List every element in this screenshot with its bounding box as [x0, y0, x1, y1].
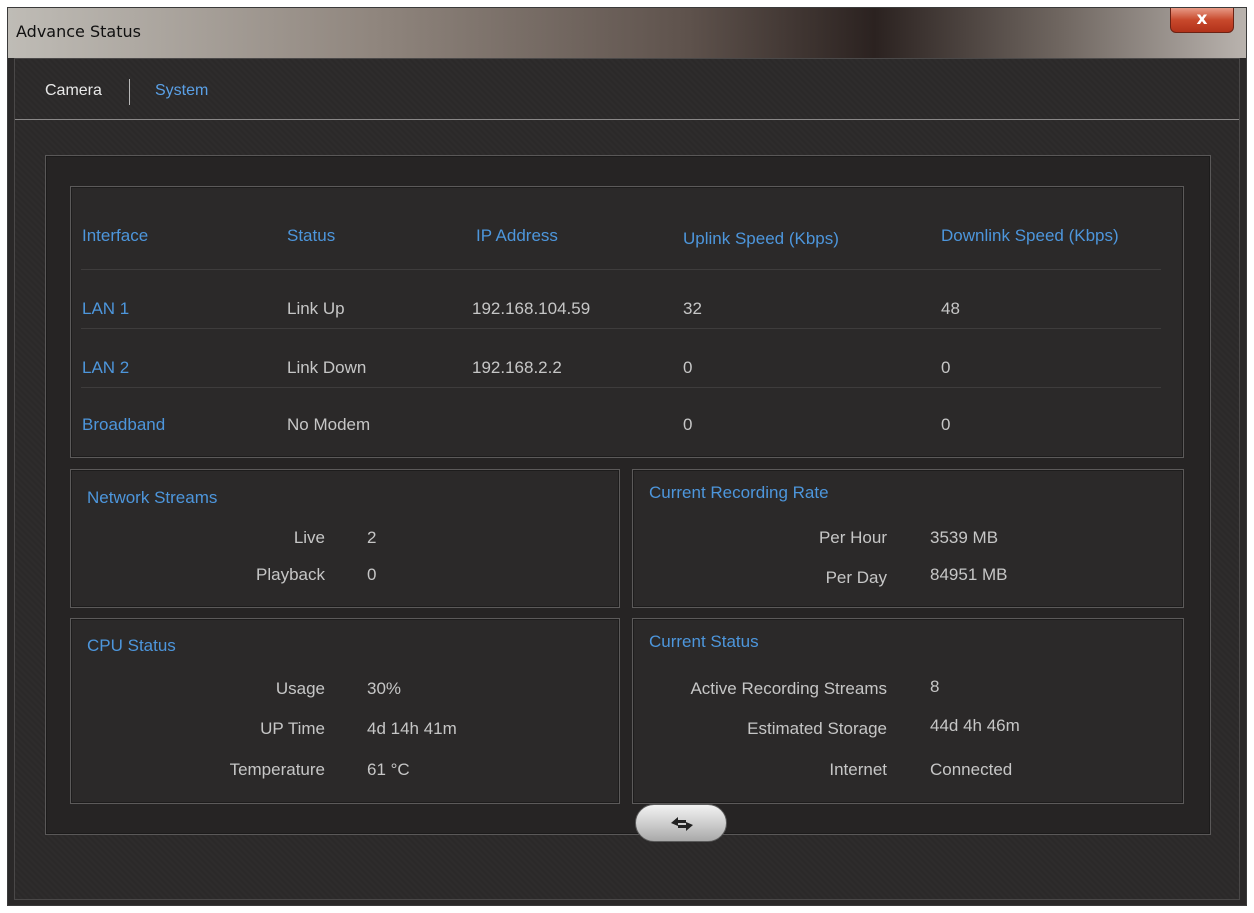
- cpu-status-title: CPU Status: [87, 636, 176, 655]
- estimated-storage-value: 44d 4h 46m: [930, 716, 1020, 735]
- header-downlink-speed: Downlink Speed (Kbps): [941, 226, 1119, 245]
- network-streams-panel: Network Streams Live 2 Playback 0: [70, 469, 620, 608]
- header-uplink-speed: Uplink Speed (Kbps): [683, 229, 839, 248]
- refresh-arrows-icon: [671, 817, 693, 831]
- row-broadband-downlink: 0: [941, 415, 951, 434]
- row-broadband-uplink: 0: [683, 415, 693, 434]
- row-lan2-status: Link Down: [287, 358, 367, 377]
- row-broadband-interface: Broadband: [82, 415, 166, 434]
- row-broadband-status: No Modem: [287, 415, 371, 434]
- title-bar: Advance Status x: [8, 8, 1246, 58]
- row-divider: [81, 328, 1161, 329]
- row-lan2-downlink: 0: [941, 358, 951, 377]
- uptime-value: 4d 14h 41m: [367, 719, 457, 738]
- close-button[interactable]: x: [1170, 8, 1234, 33]
- per-day-value: 84951 MB: [930, 565, 1008, 584]
- window-content: Camera System Interface Status IP Addres…: [14, 58, 1240, 900]
- current-status-title: Current Status: [649, 632, 759, 651]
- per-day-label: Per Day: [825, 568, 887, 587]
- row-lan1-status: Link Up: [287, 299, 345, 318]
- tab-separator: [129, 79, 130, 105]
- active-streams-label: Active Recording Streams: [690, 679, 887, 698]
- row-divider: [81, 269, 1161, 270]
- internet-value: Connected: [930, 760, 1013, 779]
- recording-rate-panel: Current Recording Rate Per Hour 3539 MB …: [632, 469, 1184, 608]
- live-value: 2: [367, 528, 377, 547]
- tab-system[interactable]: System: [155, 82, 208, 100]
- live-label: Live: [293, 528, 325, 547]
- interfaces-table: Interface Status IP Address Uplink Speed…: [70, 186, 1184, 458]
- per-hour-value: 3539 MB: [930, 528, 999, 547]
- system-status-panel: Interface Status IP Address Uplink Speed…: [45, 155, 1211, 835]
- internet-label: Internet: [829, 760, 887, 779]
- row-lan2-interface: LAN 2: [82, 358, 130, 377]
- usage-value: 30%: [367, 679, 402, 698]
- row-lan2-ip: 192.168.2.2: [472, 358, 562, 377]
- network-streams-title: Network Streams: [87, 488, 218, 507]
- usage-label: Usage: [275, 679, 325, 698]
- header-ip-address: IP Address: [476, 226, 558, 245]
- row-lan2-uplink: 0: [683, 358, 693, 377]
- tab-camera[interactable]: Camera: [45, 82, 102, 100]
- playback-label: Playback: [256, 565, 325, 584]
- row-lan1-ip: 192.168.104.59: [472, 299, 591, 318]
- current-status-panel: Current Status Active Recording Streams …: [632, 618, 1184, 804]
- playback-value: 0: [367, 565, 377, 584]
- advance-status-window: Advance Status x Camera System Interface…: [7, 7, 1247, 906]
- temperature-label: Temperature: [229, 760, 325, 779]
- temperature-value: 61 °C: [367, 760, 410, 779]
- header-status: Status: [287, 226, 336, 245]
- row-lan1-downlink: 48: [941, 299, 960, 318]
- cpu-status-panel: CPU Status Usage 30% UP Time 4d 14h 41m …: [70, 618, 620, 804]
- recording-rate-title: Current Recording Rate: [649, 483, 829, 502]
- per-hour-label: Per Hour: [818, 528, 887, 547]
- refresh-button[interactable]: [635, 804, 727, 842]
- window-title: Advance Status: [16, 22, 141, 41]
- row-divider: [81, 387, 1161, 388]
- row-lan1-uplink: 32: [683, 299, 702, 318]
- estimated-storage-label: Estimated Storage: [747, 719, 887, 738]
- header-interface: Interface: [82, 226, 149, 245]
- uptime-label: UP Time: [260, 719, 325, 738]
- close-icon: x: [1196, 9, 1208, 29]
- row-lan1-interface: LAN 1: [82, 299, 130, 318]
- tab-bar: Camera System: [15, 59, 1239, 120]
- active-streams-value: 8: [930, 677, 940, 696]
